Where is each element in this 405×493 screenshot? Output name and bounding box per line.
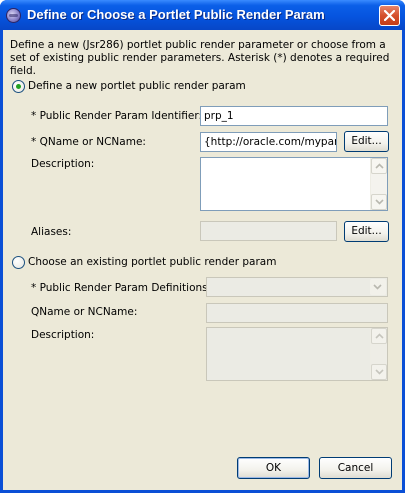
choose-description-label: Description:: [31, 329, 95, 341]
choose-scroll-down-button: [371, 364, 387, 380]
radio-selected-dot: [16, 84, 21, 89]
close-button[interactable]: [379, 5, 400, 26]
scroll-up-icon: [375, 333, 384, 339]
define-new-radio-label[interactable]: Define a new portlet public render param: [28, 80, 246, 92]
qname-label: * QName or NCName:: [31, 136, 146, 148]
dialog-body: Define a new (Jsr286) portlet public ren…: [3, 30, 402, 490]
close-icon: [384, 10, 395, 21]
title-bar[interactable]: Define or Choose a Portlet Public Render…: [0, 0, 405, 30]
aliases-edit-button[interactable]: Edit...: [344, 221, 389, 242]
window-title: Define or Choose a Portlet Public Render…: [27, 7, 325, 22]
ok-button[interactable]: OK: [237, 457, 310, 479]
scroll-down-button[interactable]: [371, 194, 387, 210]
choose-scroll-up-button: [371, 328, 387, 344]
choose-qname-input: [206, 303, 388, 323]
cancel-button[interactable]: Cancel: [319, 457, 392, 479]
choose-description-textarea: [206, 327, 388, 381]
chevron-down-icon: [373, 284, 382, 290]
description-label: Description:: [31, 158, 95, 170]
scroll-up-button[interactable]: [371, 158, 387, 174]
scroll-down-icon: [375, 199, 384, 205]
identifier-label: * Public Render Param Identifier:: [31, 110, 202, 122]
qname-input[interactable]: {http://oracle.com/mypar...: [200, 132, 337, 152]
definitions-combo: [206, 277, 388, 297]
eclipse-icon: [6, 8, 21, 23]
scroll-up-icon: [375, 163, 384, 169]
aliases-label: Aliases:: [31, 226, 72, 238]
qname-edit-button[interactable]: Edit...: [344, 131, 389, 152]
identifier-input[interactable]: prp_1: [200, 106, 388, 126]
choose-existing-radio[interactable]: [12, 256, 25, 269]
define-new-radio[interactable]: [12, 80, 25, 93]
aliases-input: [200, 221, 337, 241]
intro-text: Define a new (Jsr286) portlet public ren…: [10, 39, 390, 77]
choose-qname-label: QName or NCName:: [31, 306, 138, 318]
definitions-label: * Public Render Param Definitions:: [31, 282, 212, 294]
choose-existing-radio-label[interactable]: Choose an existing portlet public render…: [28, 256, 276, 268]
description-scrollbar[interactable]: [370, 158, 387, 210]
description-textarea[interactable]: [200, 157, 388, 211]
choose-description-scrollbar: [370, 328, 387, 380]
scroll-down-icon: [375, 369, 384, 375]
dialog-window: Define or Choose a Portlet Public Render…: [0, 0, 405, 493]
definitions-dropdown-button: [370, 279, 386, 295]
